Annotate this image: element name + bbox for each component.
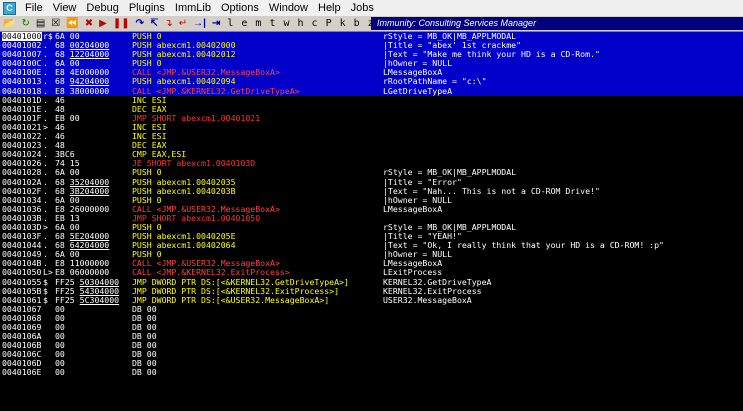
disasm-row[interactable]: 0040100C. 6A 00 PUSH 0 |hOwner = NULL bbox=[0, 59, 743, 69]
row-comment: USER32.MessageBoxA bbox=[383, 294, 472, 305]
row-mnemonic: JMP DWORD PTR DS:[<&USER32.MessageBoxA>] bbox=[132, 294, 330, 305]
menu-debug[interactable]: Debug bbox=[81, 0, 123, 16]
disasm-row[interactable]: 0040103B. EB 13 JMP SHORT abexcm1.00401050 bbox=[0, 213, 743, 223]
disasm-row[interactable]: 00401023. 48 DEC EAX bbox=[0, 141, 743, 150]
step-over-icon[interactable]: ↸ bbox=[147, 17, 161, 30]
trace-over-icon[interactable]: ↵ bbox=[176, 17, 190, 30]
menu-file[interactable]: File bbox=[20, 0, 48, 16]
tool-w[interactable]: w bbox=[279, 17, 293, 30]
row-address: 0040106E bbox=[2, 367, 42, 378]
disasm-row[interactable]: 00401018. E8 38000000 CALL <JMP.&KERNEL32.… bbox=[0, 85, 743, 96]
list-icon[interactable]: ▤ bbox=[33, 17, 48, 30]
disasm-row[interactable]: 0040100E. E8 4E000000 CALL <JMP.&USER32.Me… bbox=[0, 68, 743, 78]
trace-into-icon[interactable]: ↴ bbox=[161, 17, 175, 30]
row-marker: $ bbox=[43, 294, 48, 305]
disasm-row[interactable]: 00401024. 3BC6 CMP EAX,ESI bbox=[0, 150, 743, 159]
tool-h[interactable]: h bbox=[294, 17, 308, 30]
disasm-row[interactable]: 00401067 00 DB 00 bbox=[0, 304, 743, 314]
disasm-row[interactable]: 00401000 r$ 6A 00 PUSH 0 rStyle = MB_OK|MB_A… bbox=[0, 32, 743, 42]
tool-k[interactable]: k bbox=[336, 17, 350, 30]
app-icon[interactable]: C bbox=[3, 1, 16, 15]
menu-immlib[interactable]: ImmLib bbox=[170, 0, 216, 16]
menu-plugins[interactable]: Plugins bbox=[124, 0, 170, 16]
disasm-row[interactable]: 0040103D >6A 00 PUSH 0 rStyle = MB_OK|MB_AP… bbox=[0, 222, 743, 232]
disasm-row[interactable]: 0040101D. 46 INC ESI bbox=[0, 95, 743, 105]
execute-till-return-icon[interactable]: →| bbox=[190, 17, 209, 30]
menu-bar: C File View Debug Plugins ImmLib Options… bbox=[0, 0, 743, 16]
disasm-row[interactable]: 0040106D 00 DB 00 bbox=[0, 359, 743, 368]
disasm-row[interactable]: 00401021 >46 INC ESI bbox=[0, 122, 743, 132]
disasm-row[interactable]: 00401069 00 DB 00 bbox=[0, 322, 743, 332]
open-icon[interactable]: 📂 bbox=[0, 17, 18, 30]
tool-l[interactable]: l bbox=[223, 17, 237, 30]
immunity-title: Immunity: Consulting Services Manager bbox=[371, 17, 743, 30]
rewind-icon[interactable]: ⏪ bbox=[63, 17, 81, 30]
go-to-icon[interactable]: ⇥ bbox=[209, 17, 223, 30]
tool-P[interactable]: P bbox=[322, 17, 336, 30]
step-into-icon[interactable]: ↷ bbox=[133, 17, 147, 30]
tool-e[interactable]: e bbox=[237, 17, 251, 30]
disasm-row[interactable]: 00401036. E8 26000000 CALL <JMP.&USER32.Me… bbox=[0, 203, 743, 214]
disasm-row[interactable]: 00401002. 68 00204000 PUSH abexcm1.0040200… bbox=[0, 40, 743, 51]
pause-icon[interactable]: ❚❚ bbox=[110, 17, 133, 30]
disasm-row[interactable]: 0040106B 00 DB 00 bbox=[0, 341, 743, 350]
disasm-row[interactable]: 00401013. 68 94204000 PUSH abexcm1.0040209… bbox=[0, 77, 743, 87]
disasm-row[interactable]: 00401028. 6A 00 PUSH 0 rStyle = MB_OK|MB_AP… bbox=[0, 168, 743, 177]
row-hex: 00 bbox=[55, 367, 65, 378]
disasm-row[interactable]: 0040102A. 68 35204000 PUSH abexcm1.0040203… bbox=[0, 177, 743, 187]
tool-b[interactable]: b bbox=[350, 17, 364, 30]
disasm-row[interactable]: 00401026. 74 15 JE SHORT abexcm1.0040103D bbox=[0, 159, 743, 168]
menu-window[interactable]: Window bbox=[264, 0, 313, 16]
disasm-row[interactable]: 0040106E 00 DB 00 bbox=[0, 368, 743, 377]
tool-c[interactable]: c bbox=[308, 17, 322, 30]
tool-m[interactable]: m bbox=[251, 17, 265, 30]
disasm-row[interactable]: 00401049. 6A 00 PUSH 0 |hOwner = NULL bbox=[0, 250, 743, 259]
restart-icon[interactable]: ↻ bbox=[18, 17, 32, 30]
menu-view[interactable]: View bbox=[48, 0, 82, 16]
disassembly-pane[interactable]: 00401000 r$ 6A 00 PUSH 0 rStyle = MB_OK|MB_A… bbox=[0, 32, 743, 411]
menu-help[interactable]: Help bbox=[313, 0, 346, 16]
menu-jobs[interactable]: Jobs bbox=[346, 0, 379, 16]
disasm-row[interactable]: 0040102F. 68 3B204000 PUSH abexcm1.0040203… bbox=[0, 186, 743, 196]
disasm-row[interactable]: 0040106C 00 DB 00 bbox=[0, 350, 743, 359]
disasm-row[interactable]: 00401068 00 DB 00 bbox=[0, 313, 743, 323]
row-comment: LMessageBoxA bbox=[383, 203, 443, 214]
disasm-row[interactable]: 00401044. 68 64204000 PUSH abexcm1.0040206… bbox=[0, 241, 743, 250]
menu-options[interactable]: Options bbox=[216, 0, 264, 16]
disasm-row[interactable]: 00401061 $ FF25 5C304000 JMP DWORD PTR DS:[… bbox=[0, 294, 743, 305]
disasm-row[interactable]: 0040101F. EB 00 JMP SHORT abexcm1.00401021 bbox=[0, 113, 743, 123]
play-icon[interactable]: ▶ bbox=[96, 17, 110, 30]
disasm-row[interactable]: 00401022. 46 INC ESI bbox=[0, 131, 743, 141]
disasm-row[interactable]: 0040104B. E8 11000000 CALL <JMP.&USER32.Me… bbox=[0, 259, 743, 268]
disasm-row[interactable]: 00401034. 6A 00 PUSH 0 |hOwner = NULL bbox=[0, 195, 743, 205]
row-mnemonic: DB 00 bbox=[132, 367, 157, 378]
row-comment: LGetDriveTypeA bbox=[383, 85, 453, 96]
disasm-row[interactable]: 0040106A 00 DB 00 bbox=[0, 331, 743, 341]
disasm-row[interactable]: 0040101E. 48 DEC EAX bbox=[0, 104, 743, 114]
stop-icon[interactable]: ✖ bbox=[82, 17, 96, 30]
tool-t[interactable]: t bbox=[265, 17, 279, 30]
disasm-row[interactable]: 00401007. 68 12204000 PUSH abexcm1.0040201… bbox=[0, 50, 743, 60]
close-icon[interactable]: ☒ bbox=[48, 17, 63, 30]
